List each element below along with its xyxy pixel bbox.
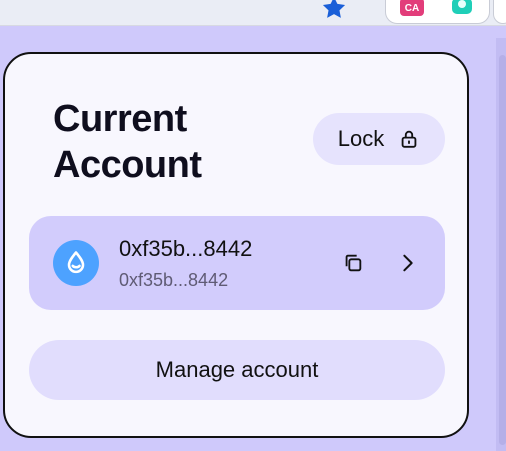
sui-droplet-icon [53, 240, 99, 286]
profile-button-edge[interactable] [493, 0, 506, 24]
scrollbar-thumb[interactable] [499, 55, 506, 445]
page-title: Current Account [53, 98, 202, 186]
account-row[interactable]: 0xf35b...8442 0xf35b...8442 [29, 216, 445, 310]
copy-icon[interactable] [342, 252, 364, 274]
ca-extension-icon[interactable]: CA [400, 0, 424, 16]
browser-toolbar: CA [0, 0, 506, 26]
extension-icon[interactable] [452, 0, 472, 14]
manage-account-button[interactable]: Manage account [29, 340, 445, 400]
star-icon[interactable] [320, 0, 348, 22]
extensions-toolbar: CA [385, 0, 490, 24]
current-account-card: Current Account Lock 0xf35b...8442 0xf35… [3, 52, 469, 438]
lock-button-label: Lock [337, 126, 385, 151]
account-address-secondary: 0xf35b...8442 [119, 270, 229, 290]
lock-icon [401, 130, 417, 148]
chevron-right-icon[interactable] [397, 251, 419, 275]
lock-button[interactable]: Lock [313, 113, 445, 165]
account-address: 0xf35b...8442 [119, 236, 253, 261]
